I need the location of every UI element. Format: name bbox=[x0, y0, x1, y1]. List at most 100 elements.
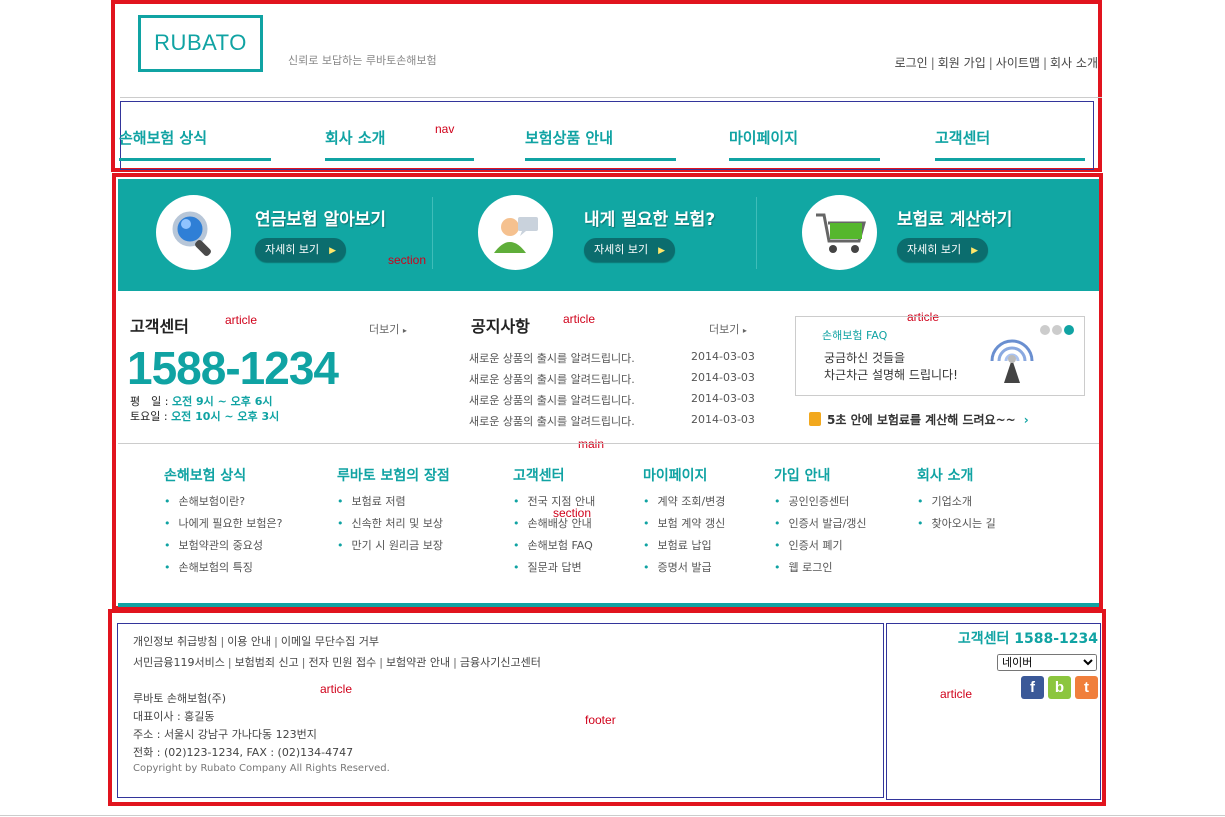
sitemap-link[interactable]: 계약 조회/변경 bbox=[643, 493, 726, 515]
premium-calc-link[interactable]: 5초 안에 보험료를 계산해 드려요~~ › bbox=[809, 411, 1029, 428]
facebook-icon[interactable]: f bbox=[1021, 676, 1044, 699]
slide-dot[interactable] bbox=[1052, 325, 1062, 335]
notice-row[interactable]: 새로운 상품의 출시를 알려드립니다. 2014-03-03 bbox=[469, 392, 759, 408]
faq-line: 궁금하신 것들을 bbox=[824, 351, 906, 365]
notice-more-link[interactable]: 더보기 ▸ bbox=[709, 321, 747, 337]
notice-row[interactable]: 새로운 상품의 출시를 알려드립니다. 2014-03-03 bbox=[469, 413, 759, 429]
banner-title: 보험료 계산하기 bbox=[897, 210, 1013, 230]
signup-link[interactable]: 회원 가입 bbox=[938, 56, 986, 70]
sitemap-link[interactable]: 인증서 폐기 bbox=[774, 537, 867, 559]
separator: | bbox=[1042, 56, 1048, 70]
slide-dot-active[interactable] bbox=[1064, 325, 1074, 335]
sitemap-link[interactable]: 보험약관의 중요성 bbox=[164, 537, 282, 559]
sitemap-link[interactable]: 보험료 저렴 bbox=[337, 493, 450, 515]
footer-link[interactable]: 보험범죄 신고 bbox=[235, 656, 299, 669]
copyright: Copyright by Rubato Company All Rights R… bbox=[133, 763, 390, 774]
banner-divider bbox=[756, 197, 757, 269]
blog-icon[interactable]: b bbox=[1048, 676, 1071, 699]
address: 주소 : 서울시 강남구 가나다동 123번지 bbox=[133, 728, 317, 741]
footer-link[interactable]: 서민금융119서비스 bbox=[133, 656, 225, 669]
logo[interactable]: RUBATO bbox=[138, 15, 263, 72]
sitemap-link[interactable]: 인증서 발급/갱신 bbox=[774, 515, 867, 537]
slogan: 신뢰로 보답하는 루바토손해보험 bbox=[288, 54, 437, 67]
sitemap-link[interactable]: 사이트맵 bbox=[996, 56, 1040, 70]
main-nav: 손해보험 상식 회사 소개 보험상품 안내 마이페이지 고객센터 nav bbox=[119, 101, 1094, 170]
banner-more-button[interactable]: 자세히 보기 ▶ bbox=[584, 238, 676, 262]
banner-title: 연금보험 알아보기 bbox=[255, 210, 387, 230]
sitemap-link[interactable]: 손해보험이란? bbox=[164, 493, 282, 515]
banner-more-button[interactable]: 자세히 보기 ▶ bbox=[897, 238, 989, 262]
sitemap-link[interactable]: 손해보험의 특징 bbox=[164, 559, 282, 581]
sitemap-column: 회사 소개 기업소개 찾아오시는 길 bbox=[917, 465, 996, 537]
notice-row[interactable]: 새로운 상품의 출시를 알려드립니다. 2014-03-03 bbox=[469, 350, 759, 366]
faq-label: 손해보험 FAQ bbox=[822, 329, 888, 342]
debug-label-main: main bbox=[578, 437, 605, 451]
weekday-hours: 평 일 : 오전 9시 ~ 오후 6시 bbox=[130, 395, 273, 408]
nav-item-products[interactable]: 보험상품 안내 bbox=[525, 125, 676, 161]
family-site-select[interactable]: 네이버 bbox=[997, 654, 1097, 671]
debug-label-article: article bbox=[940, 687, 973, 701]
sitemap-heading[interactable]: 마이페이지 bbox=[643, 465, 725, 485]
sitemap-column: 가입 안내 공인인증센터 인증서 발급/갱신 인증서 폐기 웹 로그인 bbox=[774, 465, 867, 581]
notice-row[interactable]: 새로운 상품의 출시를 알려드립니다. 2014-03-03 bbox=[469, 371, 759, 387]
footer-cs-phone: 고객센터 1588-1234 bbox=[957, 631, 1098, 647]
nav-item-mypage[interactable]: 마이페이지 bbox=[729, 125, 880, 161]
sitemap-link[interactable]: 질문과 답변 bbox=[513, 559, 595, 581]
sitemap-link[interactable]: 보험료 납입 bbox=[643, 537, 725, 559]
customer-center-more-link[interactable]: 더보기 ▸ bbox=[369, 321, 407, 337]
debug-label-footer: footer bbox=[585, 713, 616, 727]
notice-title: 공지사항 bbox=[471, 317, 530, 336]
footer-info-article: 개인정보 취급방침 | 이용 안내 | 이메일 무단수집 거부 서민금융119서비스 | 보… bbox=[117, 623, 884, 798]
sitemap-link[interactable]: 찾아오시는 길 bbox=[917, 515, 996, 537]
customer-center-title: 고객센터 bbox=[130, 317, 189, 336]
footer-link[interactable]: 보험약관 안내 bbox=[386, 656, 450, 669]
sitemap-link[interactable]: 보험 계약 갱신 bbox=[643, 515, 726, 537]
saturday-hours: 토요일 : 오전 10시 ~ 오후 3시 bbox=[130, 410, 280, 423]
sitemap-link[interactable]: 증명서 발급 bbox=[643, 559, 725, 581]
about-link[interactable]: 회사 소개 bbox=[1050, 56, 1098, 70]
sitemap-column: 손해보험 상식 손해보험이란? 나에게 필요한 보험은? 보험약관의 중요성 손… bbox=[164, 465, 282, 581]
sitemap-link[interactable]: 나에게 필요한 보험은? bbox=[164, 515, 283, 537]
sitemap-heading[interactable]: 루바토 보험의 장점 bbox=[337, 465, 450, 485]
sitemap-link[interactable]: 웹 로그인 bbox=[774, 559, 867, 581]
twitter-icon[interactable]: t bbox=[1075, 676, 1098, 699]
top-links: 로그인 | 회원 가입 | 사이트맵 | 회사 소개 bbox=[895, 54, 1098, 71]
faq-line: 차근차근 설명해 드립니다! bbox=[824, 368, 958, 382]
footer-link[interactable]: 금융사기신고센터 bbox=[460, 656, 541, 669]
banner-item-pension[interactable]: 연금보험 알아보기 자세히 보기 ▶ bbox=[156, 195, 416, 275]
faq-banner[interactable]: 손해보험 FAQ 궁금하신 것들을 차근차근 설명해 드립니다! bbox=[795, 316, 1085, 396]
banner-item-needed-insurance[interactable]: 내게 필요한 보험? 자세히 보기 ▶ bbox=[478, 195, 738, 275]
signal-tower-icon bbox=[990, 339, 1034, 383]
debug-label-article: article bbox=[320, 682, 353, 696]
debug-label-nav: nav bbox=[435, 122, 455, 136]
debug-label-section: section bbox=[388, 253, 427, 267]
footer-link[interactable]: 전자 민원 접수 bbox=[309, 656, 377, 669]
email-refusal-link[interactable]: 이메일 무단수집 거부 bbox=[281, 635, 379, 648]
footer-cs-article: 고객센터 1588-1234 네이버 f b t article bbox=[886, 623, 1101, 800]
contact: 전화 : (02)123-1234, FAX : (02)134-4747 bbox=[133, 746, 354, 759]
terms-link[interactable]: 이용 안내 bbox=[227, 635, 271, 648]
sitemap-link[interactable]: 공인인증센터 bbox=[774, 493, 867, 515]
sitemap-link[interactable]: 만기 시 원리금 보장 bbox=[337, 537, 450, 559]
privacy-link[interactable]: 개인정보 취급방침 bbox=[133, 635, 217, 648]
sitemap-link[interactable]: 신속한 처리 및 보상 bbox=[337, 515, 450, 537]
sitemap-link[interactable]: 기업소개 bbox=[917, 493, 996, 515]
sitemap-heading[interactable]: 가입 안내 bbox=[774, 465, 867, 485]
nav-item-customer-center[interactable]: 고객센터 bbox=[935, 125, 1085, 161]
banner-item-premium-calc[interactable]: 보험료 계산하기 자세히 보기 ▶ bbox=[802, 195, 1062, 275]
sitemap-link[interactable]: 손해보험 FAQ bbox=[513, 537, 595, 559]
sitemap-heading[interactable]: 손해보험 상식 bbox=[164, 465, 282, 485]
page-footer: 개인정보 취급방침 | 이용 안내 | 이메일 무단수집 거부 서민금융119서비스 | 보… bbox=[108, 609, 1106, 806]
banner-more-button[interactable]: 자세히 보기 ▶ bbox=[255, 238, 347, 262]
login-link[interactable]: 로그인 bbox=[895, 56, 928, 70]
nav-item-insurance-knowledge[interactable]: 손해보험 상식 bbox=[119, 125, 271, 161]
accent-bar bbox=[118, 603, 1099, 607]
person-chat-icon bbox=[478, 195, 553, 270]
sitemap-heading[interactable]: 고객센터 bbox=[513, 465, 595, 485]
sitemap-heading[interactable]: 회사 소개 bbox=[917, 465, 996, 485]
slide-dot[interactable] bbox=[1040, 325, 1050, 335]
sitemap-column: 루바토 보험의 장점 보험료 저렴 신속한 처리 및 보상 만기 시 원리금 보… bbox=[337, 465, 450, 559]
debug-label-section: section bbox=[553, 506, 592, 520]
sitemap-column: 마이페이지 계약 조회/변경 보험 계약 갱신 보험료 납입 증명서 발급 bbox=[643, 465, 725, 581]
sitemap-column: 고객센터 전국 지점 안내 손해배상 안내 손해보험 FAQ 질문과 답변 bbox=[513, 465, 595, 581]
